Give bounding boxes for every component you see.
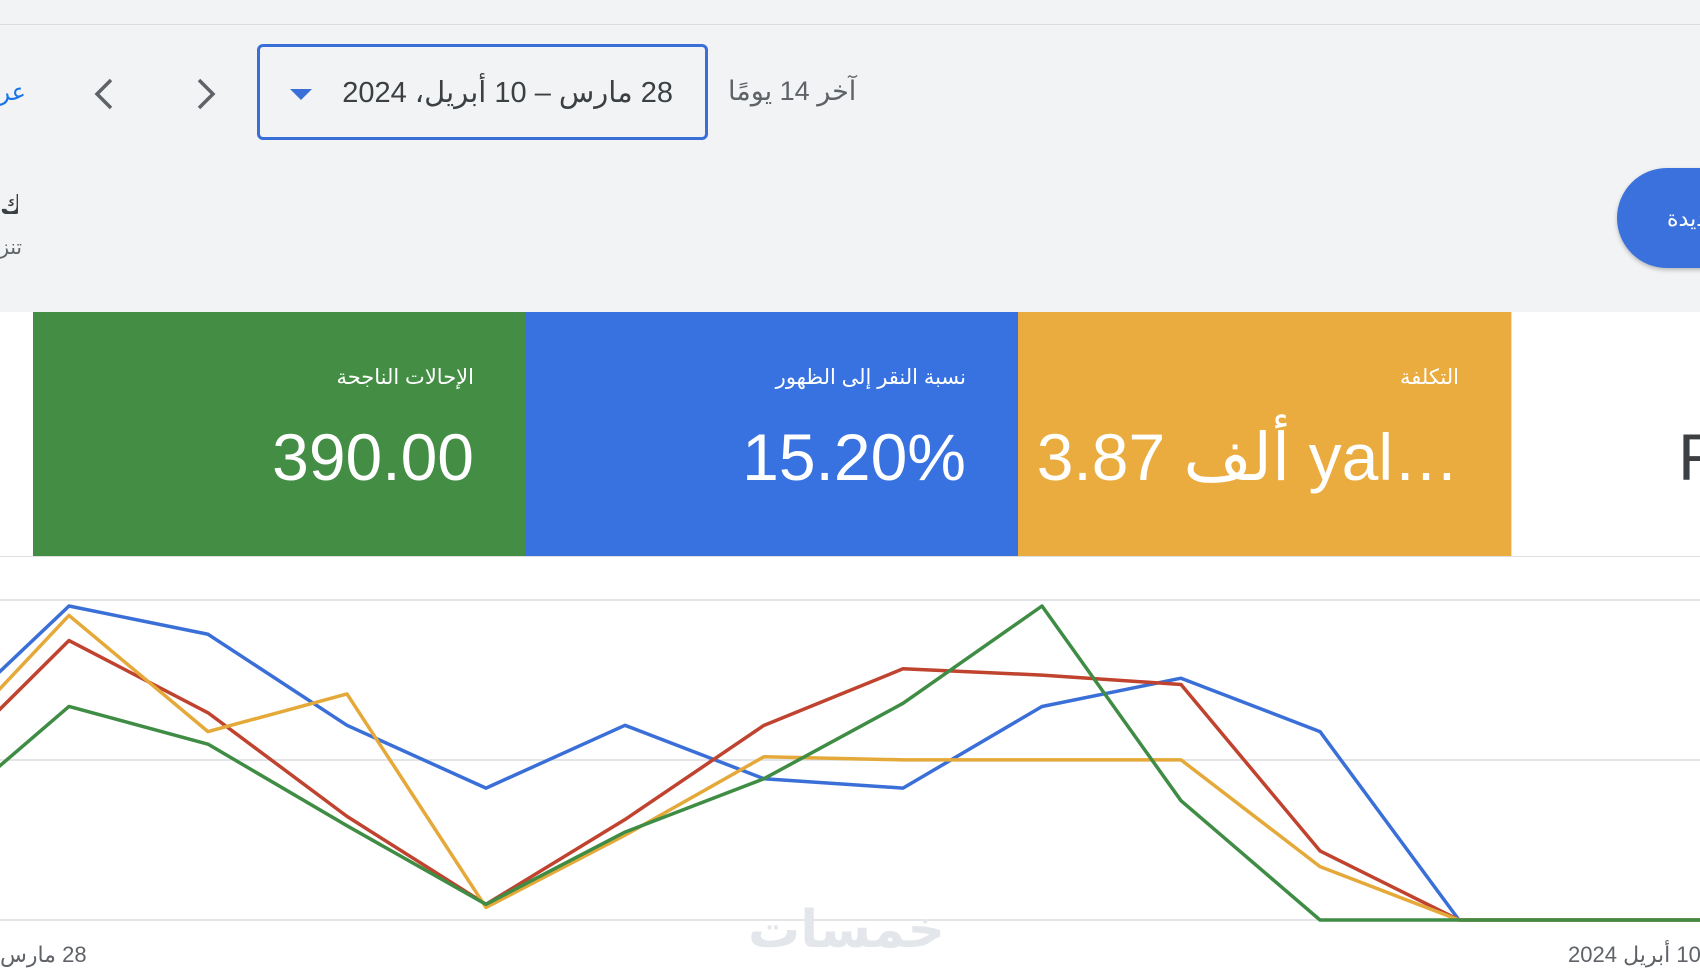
dropdown-arrow-icon	[290, 89, 312, 100]
series-line-2	[0, 613, 1700, 922]
x-tick-label-end: 10 أبريل 2024	[1568, 942, 1700, 967]
metric-tile-ctr[interactable]: نسبة النقر إلى الظهور 15.20%	[526, 312, 1018, 557]
metric-value: 3.87 ألف yal…	[1036, 420, 1459, 494]
date-range-picker[interactable]: 28 مارس – 10 أبريل، 2024	[257, 44, 708, 140]
date-range-value: 28 مارس – 10 أبريل، 2024	[342, 77, 673, 109]
header-area	[0, 0, 1700, 312]
series-line-0	[0, 604, 1700, 922]
tiles-divider	[0, 556, 1700, 557]
chevron-left-icon	[94, 78, 113, 110]
metric-value: 390.00	[272, 420, 474, 494]
metric-label: التكلفة	[1399, 366, 1459, 389]
chart-series	[0, 604, 1700, 922]
section-subtitle: تنز	[0, 237, 22, 259]
section-title: ك	[0, 190, 18, 214]
range-preset-label: آخر 14 يومًا	[728, 76, 857, 106]
page: عرض 28 مارس – 10 أبريل، 2024 آخر 14 يومً…	[0, 0, 1700, 970]
series-line-1	[0, 638, 1700, 922]
metric-value: R	[1678, 419, 1700, 495]
metric-tile-conversions[interactable]: الإحالات الناجحة 390.00	[33, 312, 526, 557]
next-period-button[interactable]	[186, 70, 226, 118]
top-divider	[0, 24, 1700, 25]
view-link[interactable]: عرض	[0, 78, 26, 107]
metric-value: 15.20%	[742, 420, 966, 494]
metric-label: الإحالات الناجحة	[336, 366, 474, 389]
x-tick-label-start: 28 مارس	[0, 942, 87, 967]
previous-period-button[interactable]	[84, 70, 124, 118]
chevron-right-icon	[197, 78, 216, 110]
metric-label: نسبة النقر إلى الظهور	[775, 366, 966, 389]
new-button-label: جديدة	[1667, 206, 1700, 231]
metric-tile-cost[interactable]: التكلفة 3.87 ألف yal…	[1018, 312, 1511, 557]
watermark-logo: خمسات	[748, 901, 946, 959]
metric-tile-extra[interactable]: R	[1511, 312, 1700, 557]
series-line-3	[0, 604, 1700, 922]
